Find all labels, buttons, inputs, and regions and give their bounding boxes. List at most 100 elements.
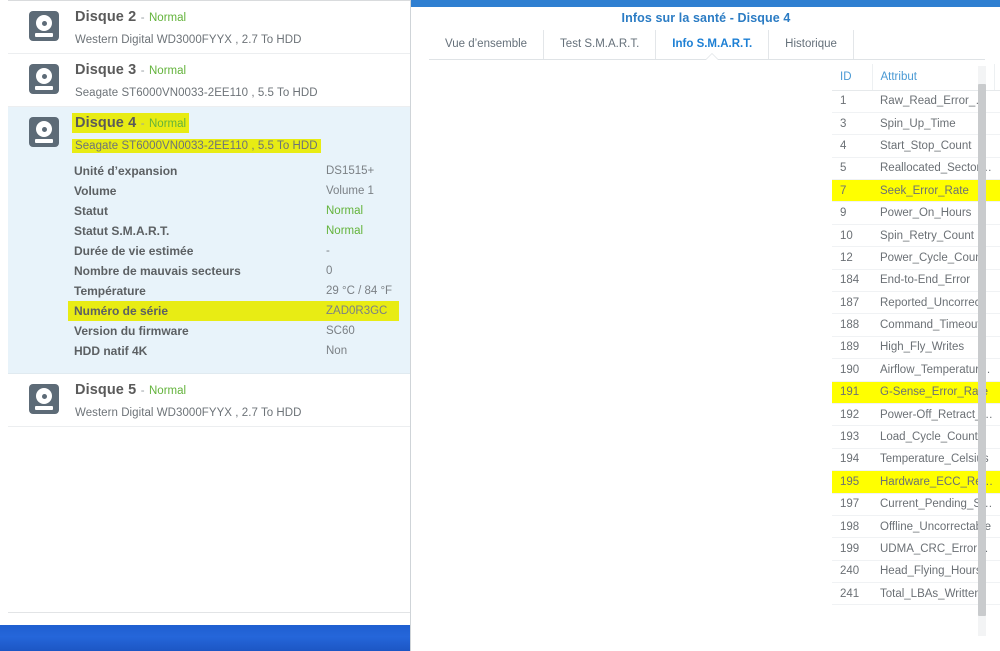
column-header-3[interactable]: Valeur — [994, 64, 1000, 91]
table-scrollbar[interactable] — [978, 66, 986, 636]
disk-header[interactable]: Disque 5 - Normal Western Digital WD3000F… — [8, 374, 411, 426]
disk-detail-value: Non — [326, 345, 348, 357]
cell-valeur: 100 — [994, 403, 1000, 427]
cell-attribut: Power_On_Hours — [872, 201, 994, 225]
table-row[interactable]: 5Reallocated_Sector_Ct100100010OK0 — [832, 157, 1000, 181]
table-row[interactable]: 4Start_Stop_Count100100020OK1 — [832, 134, 1000, 158]
cell-attribut: Head_Flying_Hours — [872, 560, 994, 584]
disk-front-bar-icon — [35, 33, 53, 37]
tab-label: Historique — [785, 38, 837, 50]
cell-valeur: 100 — [994, 381, 1000, 404]
table-row[interactable]: 187Reported_Uncorrect100100000OK0 — [832, 291, 1000, 315]
cell-valeur: 100 — [994, 134, 1000, 158]
cell-id: 184 — [832, 269, 872, 293]
table-row[interactable]: 195Hardware_ECC_Reco…011011000OK11901750… — [832, 470, 1000, 494]
cell-attribut: UDMA_CRC_Error_C… — [872, 537, 994, 561]
disk-front-bar-icon — [35, 406, 53, 410]
cell-id: 193 — [832, 425, 872, 449]
table-row[interactable]: 194Temperature_Celsius029040000OK29 — [832, 448, 1000, 472]
table-row[interactable]: 189High_Fly_Writes100100000OK0 — [832, 336, 1000, 360]
table-row[interactable]: 198Offline_Uncorrectable100100000OK0 — [832, 515, 1000, 539]
column-header-1[interactable]: ID — [832, 64, 873, 91]
cell-attribut: Hardware_ECC_Reco… — [872, 470, 994, 494]
disk-detail-row: Durée de vie estimée - — [8, 241, 411, 261]
disk-spindle-icon — [41, 73, 47, 79]
desktop-taskbar[interactable] — [0, 625, 412, 651]
cell-attribut: End-to-End_Error — [872, 269, 994, 293]
disk-detail-inner: Volume Volume 1 — [68, 181, 399, 201]
disk-header[interactable]: Disque 4 - Normal Seagate ST6000VN0033-2E… — [8, 107, 411, 159]
cell-id: 12 — [832, 246, 872, 270]
table-row[interactable]: 9Power_On_Hours100100000OK287 — [832, 201, 1000, 225]
table-row[interactable]: 241Total_LBAs_Written100253000OK11917428… — [832, 582, 1000, 606]
disk-detail-value: Normal — [326, 205, 364, 217]
disk-detail-row: Statut S.M.A.R.T. Normal — [8, 221, 411, 241]
disk-title-row: Disque 4 - Normal — [72, 113, 190, 133]
disk-spindle-icon — [41, 20, 47, 26]
disk-status: Normal — [149, 65, 187, 77]
table-row[interactable]: 7Seek_Error_Rate079060045OK81549745 — [832, 179, 1000, 203]
disk-model: Western Digital WD3000FYYX , 2.7 To HDD — [75, 407, 302, 419]
disk-model: Western Digital WD3000FYYX , 2.7 To HDD — [75, 34, 302, 46]
tab-bar: Vue d’ensemble Test S.M.A.R.T. Info S.M.A.… — [429, 30, 985, 60]
disk-detail-row: Statut Normal — [8, 201, 411, 221]
tab-1[interactable]: Vue d’ensemble — [429, 30, 545, 59]
disk-header[interactable]: Disque 3 - Normal Seagate ST6000VN0033-2E… — [8, 54, 411, 106]
table-row[interactable]: 190Airflow_Temperature…071069040OK29 — [832, 358, 1000, 382]
disk-detail-inner: Unité d’expansion DS1515+ — [68, 161, 399, 181]
table-row[interactable]: 10Spin_Retry_Count100100097OK0 — [832, 224, 1000, 248]
disk-entry[interactable]: Disque 3 - Normal Seagate ST6000VN0033-2E… — [8, 54, 411, 107]
disk-detail-value: ZAD0R3GC — [326, 305, 388, 317]
disk-detail-label: Température — [74, 284, 146, 298]
disk-name: Disque 5 — [75, 382, 137, 398]
cell-attribut: Temperature_Celsius — [872, 448, 994, 472]
disk-detail-inner: Version du firmware SC60 — [68, 321, 399, 341]
cell-valeur: 081 — [994, 90, 1000, 113]
cell-attribut: High_Fly_Writes — [872, 336, 994, 360]
disk-header[interactable]: Disque 2 - Normal Western Digital WD3000F… — [8, 1, 411, 53]
disk-status: Normal — [149, 385, 187, 397]
tab-2[interactable]: Test S.M.A.R.T. — [544, 30, 657, 59]
cell-id: 240 — [832, 560, 872, 584]
smart-attributes-table: IDAttributValeurPireSeuilStatutDonnées b… — [832, 64, 1000, 651]
cell-id: 1 — [832, 90, 872, 113]
tab-4[interactable]: Historique — [769, 30, 854, 59]
table-row[interactable]: 199UDMA_CRC_Error_C…200200000OK0 — [832, 537, 1000, 561]
cell-id: 188 — [832, 313, 872, 337]
table-row[interactable]: 193Load_Cycle_Count100100000OK13 — [832, 425, 1000, 449]
cell-valeur: 100 — [994, 157, 1000, 181]
table-scrollbar-thumb[interactable] — [978, 84, 986, 616]
disk-entry[interactable]: Disque 4 - Normal Seagate ST6000VN0033-2E… — [8, 107, 411, 374]
table-row[interactable]: 197Current_Pending_Sec…100100000OK0 — [832, 493, 1000, 516]
disk-separator: - — [140, 65, 145, 77]
tab-label: Test S.M.A.R.T. — [560, 38, 640, 50]
cell-id: 10 — [832, 224, 872, 248]
cell-attribut: Command_Timeout — [872, 313, 994, 337]
table-row[interactable]: 191G-Sense_Error_Rate100100000OK934 — [832, 381, 1000, 404]
column-header-2[interactable]: Attribut — [872, 64, 995, 91]
table-row[interactable]: 188Command_Timeout100100000OK0 — [832, 313, 1000, 337]
cell-id: 241 — [832, 582, 872, 606]
disk-detail-list: Unité d’expansion DS1515+ Volume Volume 1 St… — [8, 159, 411, 373]
table-row[interactable]: 240Head_Flying_Hours100253000OK287 — [832, 560, 1000, 584]
table-row[interactable]: 3Spin_Up_Time099099000OK0 — [832, 112, 1000, 136]
table-row[interactable]: 1Raw_Read_Error_Rate081064044OK119017504 — [832, 90, 1000, 113]
tab-3[interactable]: Info S.M.A.R.T. — [656, 30, 770, 59]
disk-detail-inner: HDD natif 4K Non — [68, 341, 399, 361]
table-row[interactable]: 12Power_Cycle_Count100100020OK1 — [832, 246, 1000, 270]
smart-table: IDAttributValeurPireSeuilStatutDonnées b… — [832, 64, 1000, 606]
cell-attribut: Reported_Uncorrect — [872, 291, 994, 315]
disk-detail-label: Nombre de mauvais secteurs — [74, 264, 241, 278]
tab-label: Vue d’ensemble — [445, 38, 528, 50]
disk-title-row: Disque 2 - Normal — [72, 7, 189, 27]
disk-status: Normal — [149, 118, 187, 130]
table-row[interactable]: 192Power-Off_Retract_C…100100000OK12 — [832, 403, 1000, 427]
table-row[interactable]: 184End-to-End_Error100100099OK0 — [832, 269, 1000, 293]
disk-name: Disque 2 — [75, 9, 137, 25]
cell-valeur: 100 — [994, 560, 1000, 584]
disk-list: Disque 2 - Normal Western Digital WD3000F… — [8, 0, 412, 613]
disk-entry[interactable]: Disque 5 - Normal Western Digital WD3000F… — [8, 374, 411, 427]
disk-detail-label: Statut — [74, 204, 108, 218]
disk-entry[interactable]: Disque 2 - Normal Western Digital WD3000F… — [8, 1, 411, 54]
cell-id: 191 — [832, 381, 872, 404]
